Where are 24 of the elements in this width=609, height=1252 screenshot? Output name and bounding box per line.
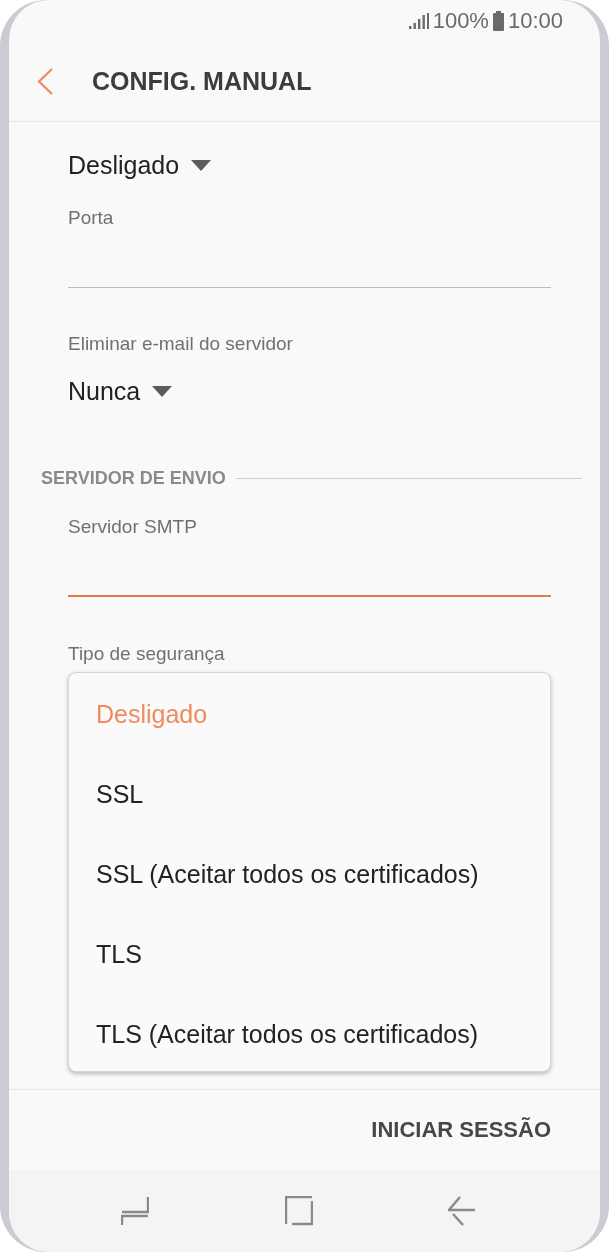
field-label: Tipo de segurança (68, 642, 226, 666)
menu-option[interactable]: TLS (69, 914, 550, 994)
dropdown-arrow-icon (152, 385, 173, 397)
dropdown[interactable]: Nunca (68, 374, 173, 408)
field-label: Eliminar e-mail do servidor (68, 332, 294, 356)
back-button[interactable] (37, 68, 53, 95)
back-icon (37, 68, 53, 95)
back-nav-icon[interactable] (448, 1196, 476, 1226)
sign-in-button[interactable]: INICIAR SESSÃO (371, 1117, 551, 1143)
dropdown-arrow-icon (191, 159, 212, 171)
home-icon[interactable] (284, 1196, 313, 1226)
section-heading: SERVIDOR DE ENVIO (41, 467, 226, 489)
battery-percent: 100% (432, 8, 489, 34)
menu-option[interactable]: SSL (69, 754, 550, 834)
clock: 10:00 (507, 8, 563, 34)
recent-apps-icon[interactable] (121, 1196, 149, 1226)
field-label: Servidor SMTP (68, 515, 198, 539)
field-label: Porta (68, 206, 115, 230)
screen-title: CONFIG. MANUAL (92, 67, 312, 96)
dropdown[interactable]: Desligado (68, 148, 212, 182)
menu-option[interactable]: SSL (Aceitar todos os certificados) (69, 834, 550, 914)
signal-icon (408, 13, 429, 29)
battery-icon (492, 11, 504, 31)
menu-option[interactable]: TLS (Aceitar todos os certificados) (69, 994, 550, 1074)
